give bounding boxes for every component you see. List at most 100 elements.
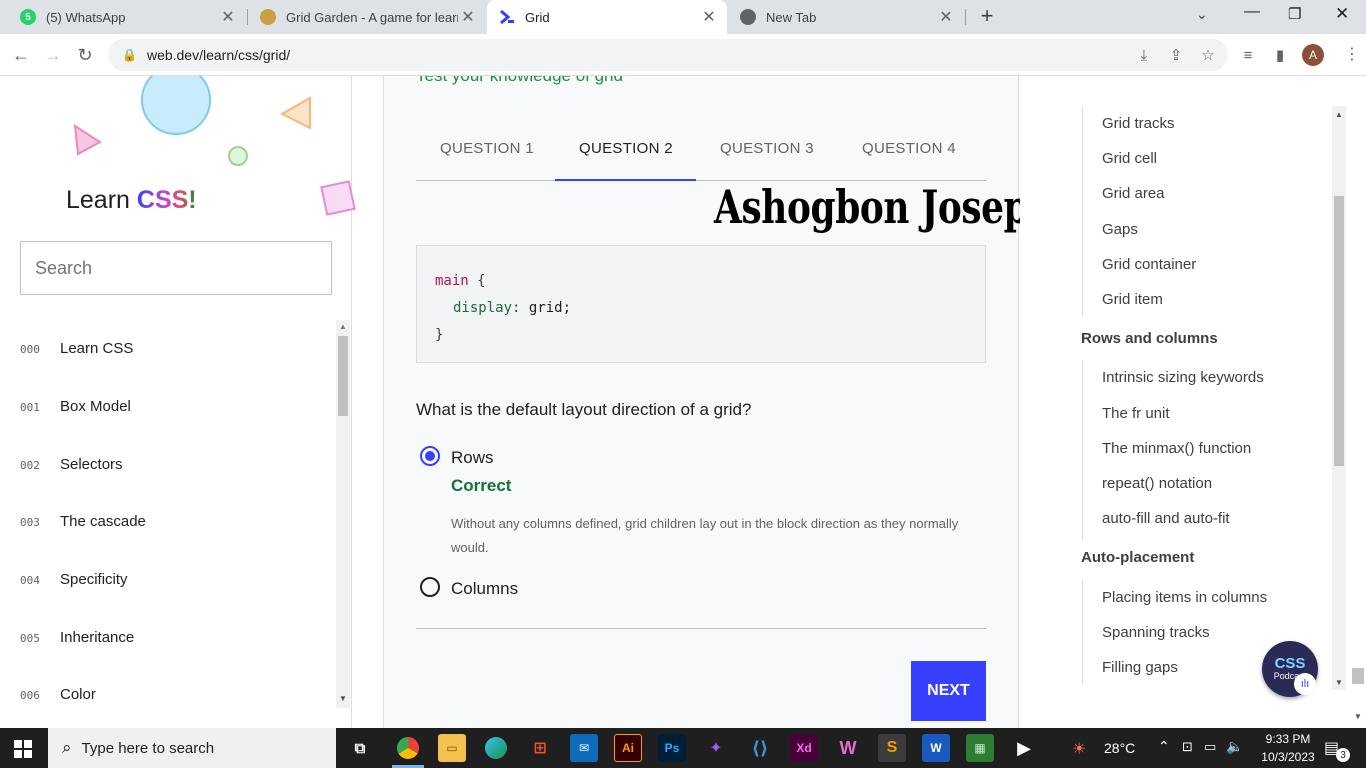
close-window-icon[interactable]: ✕ xyxy=(1335,4,1349,24)
nav-item-specificity[interactable]: 004 Specificity xyxy=(20,571,128,588)
toc-guide-line xyxy=(1082,580,1083,684)
illustrator-icon[interactable]: Ai xyxy=(614,734,642,762)
toc-item[interactable]: Grid tracks xyxy=(1102,115,1175,132)
nav-scrollbar[interactable]: ▲ ▼ xyxy=(336,320,350,708)
question-text: What is the default layout direction of … xyxy=(416,400,752,419)
forward-icon[interactable]: → xyxy=(40,42,66,68)
toc-item[interactable]: Grid cell xyxy=(1102,150,1157,167)
option-rows-label[interactable]: Rows xyxy=(451,448,494,468)
tab-grid[interactable]: Grid ✕ xyxy=(487,0,727,34)
option-columns-label[interactable]: Columns xyxy=(451,579,518,599)
toc-item[interactable]: Filling gaps xyxy=(1102,659,1178,676)
radio-rows[interactable] xyxy=(420,446,440,466)
edge-icon[interactable] xyxy=(482,734,510,762)
address-bar[interactable]: 🔒 web.dev/learn/css/grid/ xyxy=(108,39,1228,71)
tab-question-3[interactable]: QUESTION 3 xyxy=(720,140,814,157)
tab-question-1[interactable]: QUESTION 1 xyxy=(440,140,534,157)
side-panel-icon[interactable]: ▮ xyxy=(1270,45,1290,65)
tab-search-chevron-icon[interactable]: ⌄ xyxy=(1196,6,1208,23)
tray-chevron-icon[interactable]: ⌃ xyxy=(1158,738,1170,755)
nav-item-learn-css[interactable]: 000 Learn CSS xyxy=(20,340,133,357)
weather-icon[interactable]: ☀ xyxy=(1072,739,1086,759)
windows-start-icon[interactable] xyxy=(14,740,32,758)
figma-icon[interactable]: ✦ xyxy=(702,734,730,762)
toc-item[interactable]: Intrinsic sizing keywords xyxy=(1102,369,1264,386)
vscode-icon[interactable]: ⟨⟩ xyxy=(746,734,774,762)
tab-grid-garden[interactable]: Grid Garden - A game for learnir ✕ xyxy=(248,0,486,34)
toc-item[interactable]: Grid container xyxy=(1102,256,1196,273)
restore-icon[interactable]: ❐ xyxy=(1288,5,1301,23)
new-tab-icon[interactable]: + xyxy=(976,5,998,27)
close-tab-icon[interactable]: ✕ xyxy=(218,7,238,27)
wps-icon[interactable]: W xyxy=(834,734,862,762)
sublime-text-icon[interactable]: S xyxy=(878,734,906,762)
toc-item[interactable]: Grid item xyxy=(1102,291,1163,308)
toc-item[interactable]: repeat() notation xyxy=(1102,475,1212,492)
toc-item[interactable]: The minmax() function xyxy=(1102,440,1251,457)
minimize-icon[interactable]: — xyxy=(1244,3,1260,21)
tab-whatsapp[interactable]: 5 (5) WhatsApp ✕ xyxy=(8,0,246,34)
css-podcast-button[interactable]: CSS Podcast ılı xyxy=(1262,641,1318,697)
radio-columns[interactable] xyxy=(420,577,440,597)
toc-item[interactable]: Grid area xyxy=(1102,185,1165,202)
network-icon[interactable]: ⊡ xyxy=(1182,739,1193,755)
bookmark-star-icon[interactable]: ☆ xyxy=(1198,45,1218,65)
tab-question-4[interactable]: QUESTION 4 xyxy=(862,140,956,157)
clock-time[interactable]: 9:33 PM xyxy=(1260,732,1316,746)
toc-item[interactable]: Placing items in columns xyxy=(1102,589,1267,606)
tab-new-tab[interactable]: New Tab ✕ xyxy=(728,0,964,34)
profile-avatar[interactable]: A xyxy=(1302,44,1324,66)
scroll-up-arrow-icon[interactable]: ▲ xyxy=(339,322,347,331)
toc-group-auto-placement[interactable]: Auto-placement xyxy=(1081,549,1194,566)
back-icon[interactable]: ← xyxy=(8,42,34,68)
close-tab-icon[interactable]: ✕ xyxy=(458,7,478,27)
store-icon[interactable]: ⊞ xyxy=(526,734,554,762)
page-scrollbar-thumb[interactable] xyxy=(1352,668,1364,684)
spreadsheet-icon[interactable]: ▦ xyxy=(966,734,994,762)
toc-item[interactable]: Gaps xyxy=(1102,221,1138,238)
weather-temperature[interactable]: 28°C xyxy=(1104,740,1135,756)
mail-icon[interactable]: ✉ xyxy=(570,734,598,762)
menu-kebab-icon[interactable]: ⋮ xyxy=(1344,44,1360,64)
adobe-xd-icon[interactable]: Xd xyxy=(790,734,818,762)
nav-item-box-model[interactable]: 001 Box Model xyxy=(20,398,131,415)
scroll-up-arrow-icon[interactable]: ▲ xyxy=(1335,110,1343,119)
toc-scrollbar[interactable]: ▲ ▼ xyxy=(1332,106,1346,690)
task-view-icon[interactable]: ⧉ xyxy=(346,734,374,762)
share-icon[interactable]: ⇪ xyxy=(1166,45,1186,65)
toc-item[interactable]: Spanning tracks xyxy=(1102,624,1210,641)
brand-logo[interactable]: Learn CSS! xyxy=(66,186,197,215)
scroll-down-arrow-icon[interactable]: ▼ xyxy=(339,694,347,703)
toc-item[interactable]: The fr unit xyxy=(1102,405,1170,422)
battery-icon[interactable]: ▭ xyxy=(1204,739,1216,755)
nav-scrollbar-thumb[interactable] xyxy=(338,336,348,416)
clock-date[interactable]: 10/3/2023 xyxy=(1252,750,1324,764)
search-input[interactable] xyxy=(20,241,332,295)
nav-item-cascade[interactable]: 003 The cascade xyxy=(20,513,146,530)
podcast-badge-title: CSS xyxy=(1274,655,1306,672)
toc-group-rows-and-columns[interactable]: Rows and columns xyxy=(1081,330,1218,347)
chrome-taskbar-icon[interactable] xyxy=(394,734,422,762)
code-sample: main { display: grid; } xyxy=(416,245,986,363)
page-scroll-down-arrow-icon[interactable]: ▼ xyxy=(1354,712,1362,721)
nav-item-number: 002 xyxy=(20,459,40,472)
next-button[interactable]: NEXT xyxy=(911,661,986,721)
toc-scrollbar-thumb[interactable] xyxy=(1334,196,1344,466)
toc-item[interactable]: auto-fill and auto-fit xyxy=(1102,510,1230,527)
photoshop-icon[interactable]: Ps xyxy=(658,734,686,762)
reading-list-icon[interactable]: ≡ xyxy=(1238,45,1258,65)
volume-icon[interactable]: 🔈 xyxy=(1226,738,1243,755)
file-explorer-icon[interactable]: ▭ xyxy=(438,734,466,762)
reload-icon[interactable]: ↻ xyxy=(72,42,98,68)
nav-item-selectors[interactable]: 002 Selectors xyxy=(20,456,123,473)
nav-item-inheritance[interactable]: 005 Inheritance xyxy=(20,629,134,646)
taskbar-search-box[interactable]: ⌕ Type here to search xyxy=(48,728,336,768)
nav-item-color[interactable]: 006 Color xyxy=(20,686,96,703)
close-tab-icon[interactable]: ✕ xyxy=(699,7,719,27)
tab-question-2[interactable]: QUESTION 2 xyxy=(579,140,673,157)
install-app-icon[interactable]: ⤓ xyxy=(1134,45,1154,65)
close-tab-icon[interactable]: ✕ xyxy=(936,7,956,27)
media-player-icon[interactable]: ▶ xyxy=(1010,734,1038,762)
word-icon[interactable]: W xyxy=(922,734,950,762)
scroll-down-arrow-icon[interactable]: ▼ xyxy=(1335,678,1343,687)
